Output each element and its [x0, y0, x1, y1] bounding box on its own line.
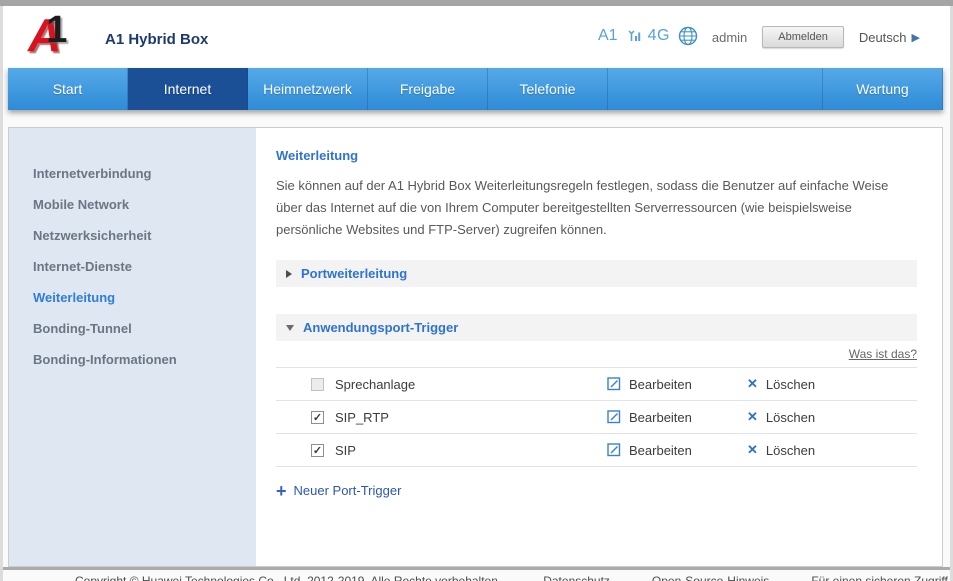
nav-tab-internet[interactable]: Internet: [128, 68, 248, 110]
logout-button[interactable]: Abmelden: [762, 26, 844, 48]
add-port-trigger-label: Neuer Port-Trigger: [294, 483, 402, 498]
delete-button[interactable]: ✕ Löschen: [747, 442, 917, 458]
help-row: Was ist das?: [276, 345, 917, 363]
footer-link[interactable]: Datenschutz: [543, 574, 610, 581]
network-type-label: 4G: [648, 27, 670, 45]
main-nav: StartInternetHeimnetzwerkFreigabeTelefon…: [8, 68, 943, 110]
logo-digit-1: 1: [46, 9, 67, 51]
collapsed-arrow-icon: [286, 270, 292, 278]
nav-tab-heimnetzwerk[interactable]: Heimnetzwerk: [248, 68, 368, 110]
trigger-name: SIP_RTP: [335, 410, 607, 425]
carrier-label: A1: [598, 27, 618, 45]
row-checkbox[interactable]: [311, 378, 324, 391]
nav-tab-freigabe[interactable]: Freigabe: [368, 68, 488, 110]
plus-icon: +: [276, 484, 287, 498]
nav-tab-start[interactable]: Start: [8, 68, 128, 110]
edit-button[interactable]: Bearbeiten: [607, 377, 747, 392]
main-content: Weiterleitung Sie können auf der A1 Hybr…: [256, 128, 942, 566]
a1-logo: A1: [28, 8, 98, 62]
footer: Copyright © Huawei Technologies Co., Ltd…: [0, 570, 953, 581]
delete-label: Löschen: [766, 443, 815, 458]
add-port-trigger-button[interactable]: + Neuer Port-Trigger: [276, 483, 917, 498]
sidebar-item-mobile-network[interactable]: Mobile Network: [9, 189, 256, 220]
delete-button[interactable]: ✕ Löschen: [747, 409, 917, 425]
sidebar-item-bonding-informationen[interactable]: Bonding-Informationen: [9, 344, 256, 375]
copyright-text: Copyright © Huawei Technologies Co., Ltd…: [75, 574, 501, 581]
edit-icon: [607, 377, 621, 391]
row-checkbox[interactable]: ✓: [311, 444, 324, 457]
delete-x-icon: ✕: [747, 409, 758, 425]
page-title-brand: A1 Hybrid Box: [105, 31, 208, 48]
header: A1 A1 Hybrid Box A1 4G admin Abmelden: [0, 6, 953, 68]
trigger-name: Sprechanlage: [335, 377, 607, 392]
nav-tab-wartung[interactable]: Wartung: [823, 68, 943, 110]
sidebar-item-bonding-tunnel[interactable]: Bonding-Tunnel: [9, 313, 256, 344]
sidebar-menu: InternetverbindungMobile NetworkNetzwerk…: [9, 128, 256, 566]
delete-label: Löschen: [766, 410, 815, 425]
footer-link[interactable]: Für einen sicheren Zugriff, laden Sie da…: [811, 574, 953, 581]
row-checkbox[interactable]: ✓: [311, 411, 324, 424]
trigger-name: SIP: [335, 443, 607, 458]
footer-link[interactable]: Open-Source-Hinweis: [652, 574, 769, 581]
expanded-arrow-icon: [286, 325, 294, 331]
accordion-anwendungsport-trigger[interactable]: Anwendungsport-Trigger: [276, 314, 917, 341]
language-selector[interactable]: Deutsch ▶: [859, 30, 920, 45]
sidebar-item-internet-dienste[interactable]: Internet-Dienste: [9, 251, 256, 282]
trigger-rows: Sprechanlage Bearbeiten ✕ Löschen ✓ SIP_RTP Be…: [276, 367, 917, 467]
sidebar-item-netzwerksicherheit[interactable]: Netzwerksicherheit: [9, 220, 256, 251]
sidebar-item-internetverbindung[interactable]: Internetverbindung: [9, 158, 256, 189]
edit-label: Bearbeiten: [629, 377, 692, 392]
edit-icon: [607, 410, 621, 424]
language-label: Deutsch: [859, 30, 907, 45]
edit-button[interactable]: Bearbeiten: [607, 443, 747, 458]
signal-bars-icon: [625, 28, 641, 44]
table-row: ✓ SIP_RTP Bearbeiten ✕ Löschen: [276, 401, 917, 434]
what-is-this-link[interactable]: Was ist das?: [849, 347, 917, 361]
delete-x-icon: ✕: [747, 442, 758, 458]
window-left-edge: [0, 6, 3, 581]
delete-x-icon: ✕: [747, 376, 758, 392]
section-title: Weiterleitung: [276, 148, 917, 163]
delete-label: Löschen: [766, 377, 815, 392]
edit-label: Bearbeiten: [629, 443, 692, 458]
edit-button[interactable]: Bearbeiten: [607, 410, 747, 425]
sidebar-item-weiterleitung[interactable]: Weiterleitung: [9, 282, 256, 313]
logged-in-user: admin: [712, 30, 747, 45]
accordion-label: Anwendungsport-Trigger: [303, 320, 458, 335]
globe-icon: [677, 25, 699, 47]
connection-status: A1 4G: [598, 25, 699, 47]
table-row: ✓ SIP Bearbeiten ✕ Löschen: [276, 434, 917, 467]
edit-label: Bearbeiten: [629, 410, 692, 425]
delete-button[interactable]: ✕ Löschen: [747, 376, 917, 392]
chevron-right-icon: ▶: [912, 31, 920, 44]
nav-tab-telefonie[interactable]: Telefonie: [488, 68, 608, 110]
table-row: Sprechanlage Bearbeiten ✕ Löschen: [276, 368, 917, 401]
accordion-portweiterleitung[interactable]: Portweiterleitung: [276, 260, 917, 287]
section-description: Sie können auf der A1 Hybrid Box Weiterl…: [276, 175, 917, 240]
accordion-label: Portweiterleitung: [301, 266, 407, 281]
content-wrapper: InternetverbindungMobile NetworkNetzwerk…: [8, 127, 943, 567]
edit-icon: [607, 443, 621, 457]
user-area: admin Abmelden Deutsch ▶: [712, 26, 920, 48]
nav-spacer: [608, 68, 823, 110]
